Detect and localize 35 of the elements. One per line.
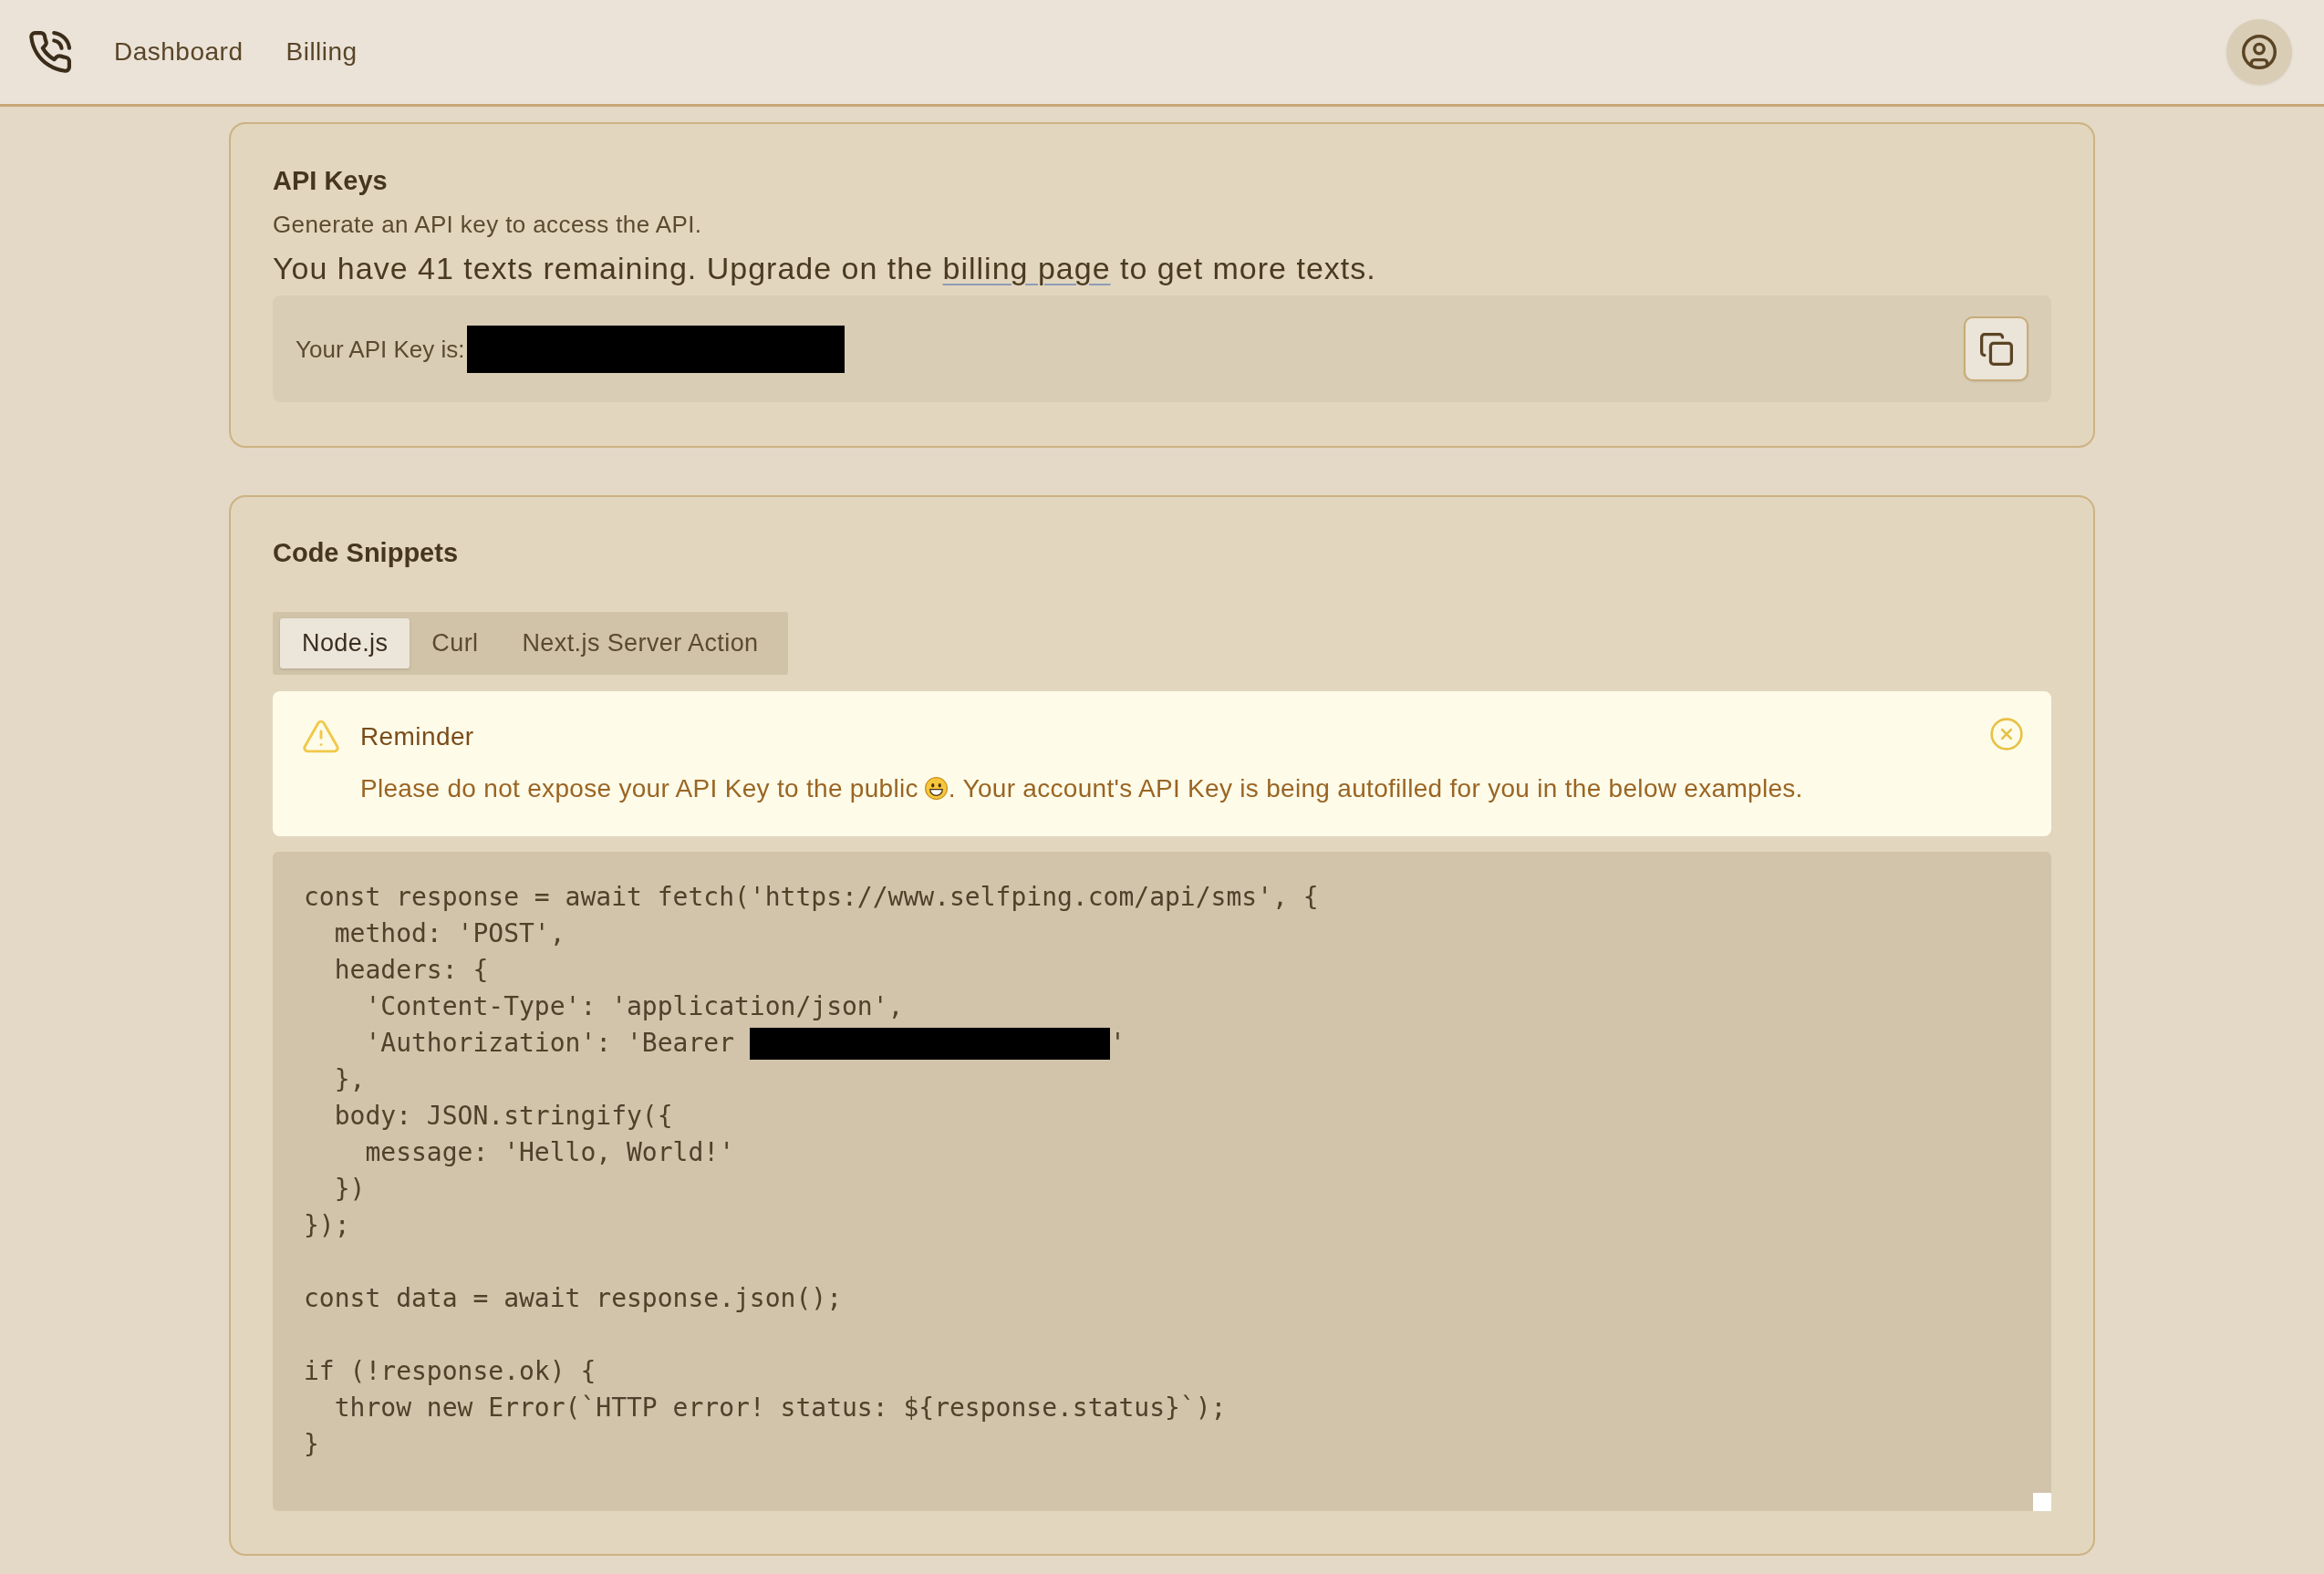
copy-icon: [1979, 332, 2013, 366]
user-icon: [2242, 35, 2277, 69]
code-line: message: 'Hello, World!': [364, 1136, 734, 1169]
copy-button[interactable]: [1964, 316, 2028, 381]
code-tab[interactable]: Node.js: [280, 618, 410, 668]
card-title: API Keys: [273, 165, 389, 197]
code-line: const response = await fetch('https://www.selfping.com/api/sms', {: [304, 881, 1319, 914]
code-tab[interactable]: Next.js Server Action: [500, 618, 781, 668]
usage-text: You have 41 texts remaining. Upgrade on the billing page to get more texts.: [273, 250, 1377, 286]
code-line: method: 'POST',: [333, 917, 565, 950]
code-line: 'Authorization': 'Bearer: [364, 1027, 735, 1060]
nav-link[interactable]: Dashboard: [114, 36, 244, 67]
nav-link[interactable]: Billing: [285, 36, 358, 67]
code-line: 'Content-Type': 'application/json',: [364, 990, 904, 1023]
code-tab[interactable]: Curl: [410, 618, 501, 668]
card-description: Generate an API key to access the API.: [273, 210, 703, 240]
reminder-title: Reminder: [360, 721, 475, 752]
warning-icon: [303, 720, 339, 753]
api-key-label: Your API Key is:: [296, 334, 465, 365]
code-line: }): [333, 1173, 366, 1206]
phone-icon[interactable]: [29, 31, 71, 73]
smiley-icon: [924, 777, 948, 800]
card-title: Code Snippets: [273, 537, 459, 569]
code-line: body: JSON.stringify({: [333, 1100, 673, 1133]
code-text: ': [1109, 1027, 1126, 1060]
billing-link[interactable]: billing page: [942, 251, 1111, 285]
reminder-message: Please do not expose your API Key to the public . Your account's API Key is being autofilled for you in the below examples.: [360, 773, 1803, 804]
code-line: throw new Error(`HTTP error! status: ${response.status}`);: [333, 1392, 1227, 1424]
code-line: const data = await response.json();: [304, 1282, 842, 1315]
avatar-button[interactable]: [2226, 19, 2292, 85]
code-line: }: [304, 1428, 319, 1461]
code-line: headers: {: [333, 954, 489, 987]
code-line: if (!response.ok) {: [304, 1355, 597, 1388]
code-line: });: [304, 1209, 350, 1242]
code-line: },: [333, 1063, 366, 1096]
